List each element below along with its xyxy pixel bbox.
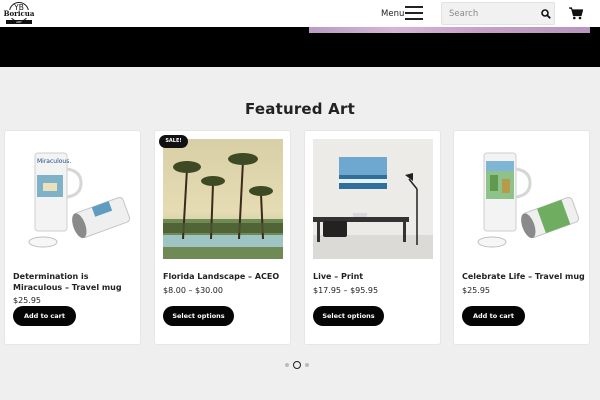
product-card[interactable]: Celebrate Life – Travel mug $25.95 Add t…	[453, 130, 590, 345]
product-name[interactable]: Live – Print	[313, 271, 438, 282]
product-price: $8.00 – $30.00	[163, 286, 223, 295]
search-box[interactable]: Search	[441, 2, 555, 25]
hamburger-icon[interactable]	[405, 6, 423, 20]
carousel-pagination	[284, 361, 314, 369]
carousel-dot-active[interactable]	[293, 361, 301, 369]
carousel-dot[interactable]	[285, 363, 289, 367]
product-image[interactable]	[163, 139, 283, 259]
product-image[interactable]: Miraculous.	[13, 139, 133, 259]
product-image[interactable]	[313, 139, 433, 259]
cart-icon[interactable]	[569, 7, 583, 20]
select-options-button[interactable]: Select options	[313, 306, 384, 326]
hero-banner	[0, 27, 600, 67]
site-logo[interactable]: YB Boricua ART	[3, 2, 35, 25]
product-name[interactable]: Celebrate Life – Travel mug	[462, 271, 587, 282]
site-header: YB Boricua ART Menu Search	[0, 0, 600, 27]
section-title: Featured Art	[245, 100, 355, 118]
product-card[interactable]: Miraculous. Determination is Miraculous …	[4, 130, 141, 345]
product-name[interactable]: Determination is Miraculous – Travel mug	[13, 271, 138, 293]
search-icon[interactable]	[541, 9, 551, 19]
search-input[interactable]: Search	[449, 9, 478, 19]
product-price: $25.95	[462, 286, 490, 295]
add-to-cart-button[interactable]: Add to cart	[13, 306, 76, 326]
product-price: $17.95 – $95.95	[313, 286, 379, 295]
product-image[interactable]	[462, 139, 582, 259]
svg-text:Miraculous.: Miraculous.	[37, 158, 71, 165]
logo-wordmark: Boricua	[3, 9, 35, 18]
product-card[interactable]: Live – Print $17.95 – $95.95 Select opti…	[304, 130, 441, 345]
hero-artwork	[309, 27, 590, 33]
product-card[interactable]: SALE! Florida Landscape – ACEO $8.00 – $…	[154, 130, 291, 345]
logo-bar: ART	[6, 20, 32, 24]
menu-label[interactable]: Menu	[381, 9, 404, 19]
sale-badge: SALE!	[159, 135, 188, 148]
product-price: $25.95	[13, 296, 41, 305]
carousel-dot[interactable]	[305, 363, 309, 367]
add-to-cart-button[interactable]: Add to cart	[462, 306, 525, 326]
product-name[interactable]: Florida Landscape – ACEO	[163, 271, 288, 282]
select-options-button[interactable]: Select options	[163, 306, 234, 326]
